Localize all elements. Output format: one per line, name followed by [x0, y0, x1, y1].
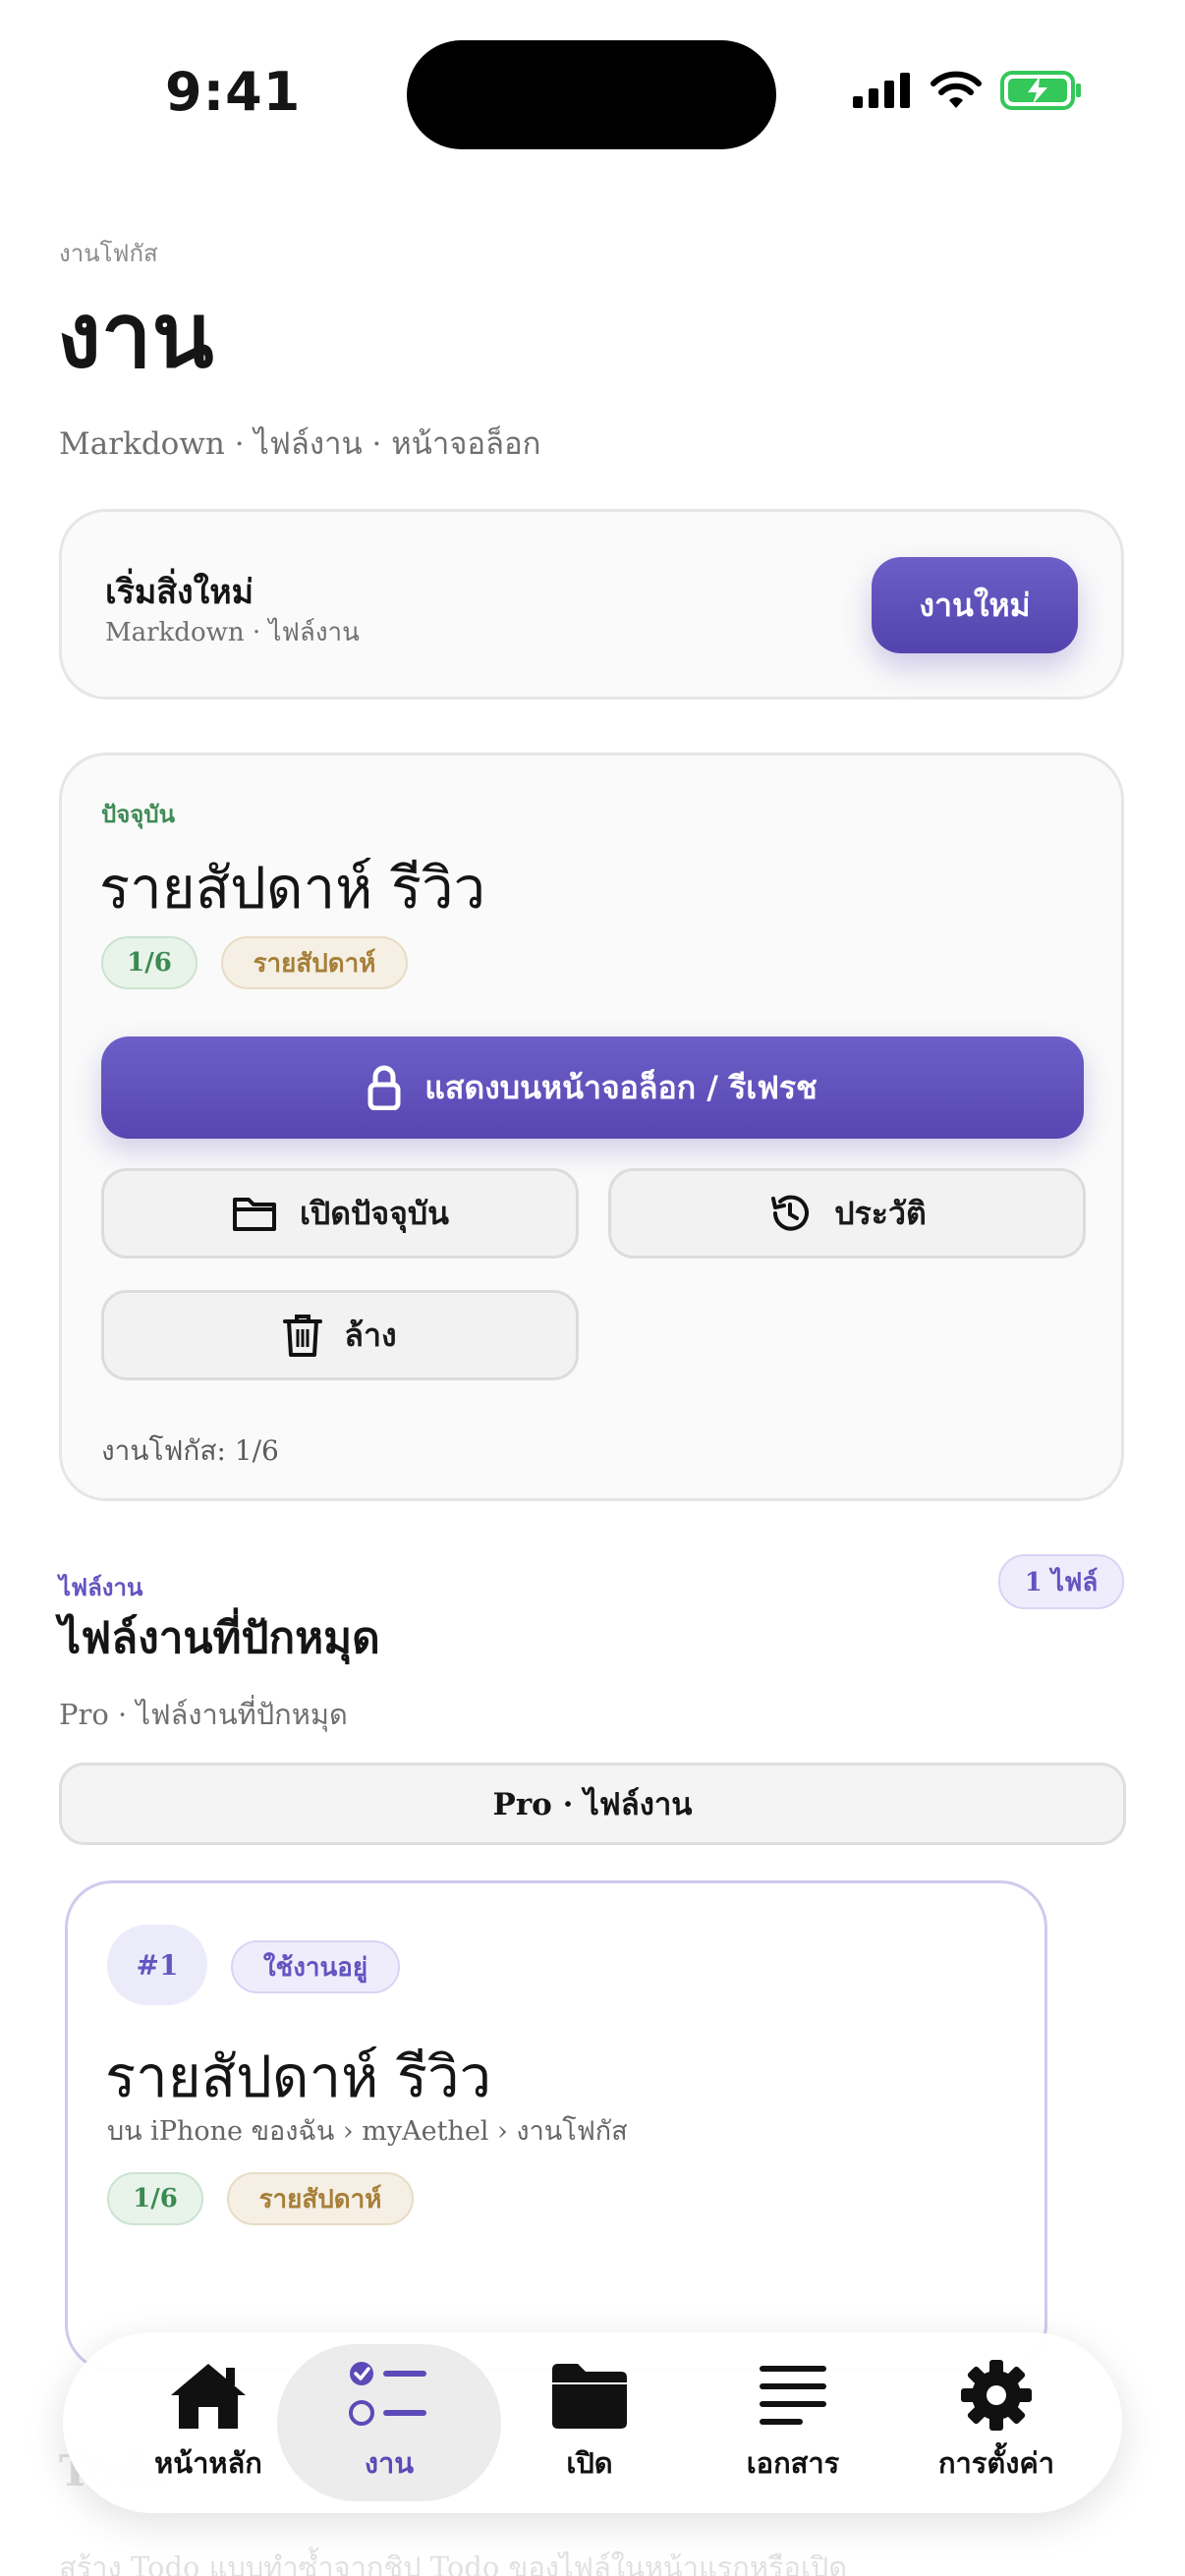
files-section-title: ไฟล์งานที่ปักหมุด: [59, 1613, 380, 1663]
open-current-label: เปิดปัจจุบัน: [299, 1194, 450, 1232]
tab-documents-label: เอกสาร: [746, 2446, 840, 2480]
tab-settings[interactable]: การตั้งค่า: [898, 2344, 1095, 2501]
cellular-signal-icon: [853, 73, 910, 108]
status-time: 9:41: [165, 61, 302, 123]
start-new-subtitle: Markdown · ไฟล์งาน: [105, 618, 360, 647]
show-on-lock-screen-label: แสดงบนหน้าจอล็อก / รีเฟรช: [424, 1068, 818, 1106]
files-section-subtitle: Pro · ไฟล์งานที่ปักหมุด: [59, 1698, 348, 1731]
lock-icon: [367, 1065, 401, 1110]
status-icons: [853, 71, 1083, 110]
progress-badge: 1/6: [101, 936, 198, 989]
home-icon: [171, 2364, 246, 2429]
wifi-icon: [931, 71, 982, 108]
history-button[interactable]: ประวัติ: [608, 1168, 1086, 1259]
clear-label: ล้าง: [344, 1316, 397, 1354]
open-current-button[interactable]: เปิดปัจจุบัน: [101, 1168, 579, 1259]
frequency-badge: รายสัปดาห์: [221, 936, 408, 989]
pinned-frequency-badge: รายสัปดาห์: [227, 2172, 414, 2225]
files-eyebrow: ไฟล์งาน: [59, 1573, 143, 1601]
clear-button[interactable]: ล้าง: [101, 1290, 579, 1380]
folder-outline-icon: [232, 1198, 276, 1231]
tab-open-label: เปิด: [566, 2446, 613, 2480]
battery-charging-icon: [1000, 71, 1081, 110]
todo-section-subtitle: สร้าง Todo แบบทำซ้ำจากชิป Todo ของไฟล์ใน…: [59, 2550, 848, 2576]
history-icon: [771, 1195, 810, 1231]
show-on-lock-screen-button[interactable]: แสดงบนหน้าจอล็อก / รีเฟรช: [101, 1036, 1084, 1139]
document-lines-icon: [760, 2366, 826, 2425]
tab-bar: หน้าหลัก งาน เปิด เอกสาร การตั้งค่า: [63, 2332, 1122, 2513]
current-task-title: รายสัปดาห์ รีวิว: [99, 855, 486, 922]
tasks-icon: [349, 2362, 426, 2426]
page-title: งาน: [57, 283, 214, 388]
gear-icon: [961, 2360, 1032, 2431]
folder-icon: [552, 2364, 627, 2429]
active-status-badge: ใช้งานอยู่: [231, 1940, 400, 1993]
new-task-button[interactable]: งานใหม่: [872, 557, 1078, 653]
tab-open[interactable]: เปิด: [491, 2344, 688, 2501]
tab-documents[interactable]: เอกสาร: [695, 2344, 891, 2501]
dynamic-island: [407, 40, 776, 149]
history-label: ประวัติ: [834, 1194, 927, 1232]
current-task-card: ปัจจุบัน รายสัปดาห์ รีวิว 1/6 รายสัปดาห์…: [59, 753, 1124, 1501]
file-number-badge: #1: [107, 1925, 207, 2005]
tab-settings-label: การตั้งค่า: [937, 2446, 1055, 2480]
current-eyebrow: ปัจจุบัน: [101, 800, 175, 828]
pinned-progress-badge: 1/6: [107, 2172, 203, 2225]
pinned-file-path: บน iPhone ของฉัน › myAethel › งานโฟกัส: [107, 2116, 628, 2147]
file-count-badge: 1 ไฟล์: [998, 1554, 1124, 1609]
start-new-card: เริ่มสิ่งใหม่ Markdown · ไฟล์งาน งานใหม่: [59, 509, 1124, 700]
page-subtitle: Markdown · ไฟล์งาน · หน้าจอล็อก: [59, 426, 541, 462]
pinned-file-card[interactable]: #1 ใช้งานอยู่ รายสัปดาห์ รีวิว บน iPhone…: [65, 1880, 1047, 2372]
current-task-footer: งานโฟกัส: 1/6: [101, 1434, 279, 1467]
page-eyebrow: งานโฟกัส: [59, 240, 158, 267]
tab-tasks[interactable]: งาน: [277, 2344, 501, 2501]
tab-tasks-label: งาน: [364, 2446, 415, 2480]
trash-icon: [283, 1315, 323, 1357]
pro-files-button[interactable]: Pro · ไฟล์งาน: [59, 1763, 1126, 1845]
start-new-title: เริ่มสิ่งใหม่: [105, 573, 254, 612]
tab-home-label: หน้าหลัก: [154, 2446, 262, 2480]
